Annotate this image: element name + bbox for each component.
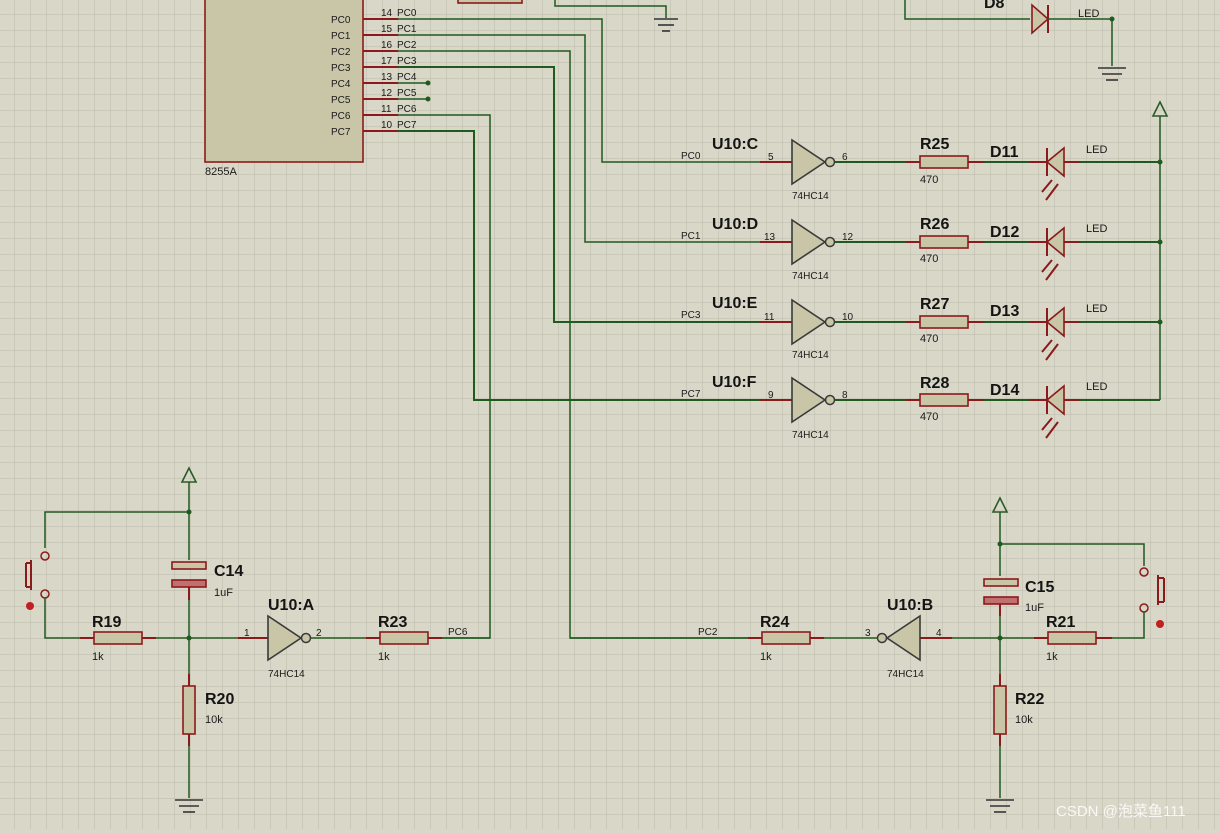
top-diode-label: D8 <box>984 0 1005 12</box>
pin-num-16: 16 <box>381 40 393 51</box>
cap-value: 1uF <box>214 587 233 599</box>
cap-label: C14 <box>214 563 243 580</box>
net-label-pc4: PC4 <box>397 72 417 83</box>
gate-in-pin: 4 <box>936 628 942 639</box>
pin-num-13: 13 <box>381 72 393 83</box>
res-label: R25 <box>920 136 949 153</box>
net-label: PC6 <box>448 627 468 638</box>
net-label: PC3 <box>681 310 701 321</box>
r-out-value: 1k <box>760 651 772 663</box>
pin-label-pc2: PC2 <box>331 47 351 58</box>
diode-label: D13 <box>990 303 1019 320</box>
gate-type: 74HC14 <box>887 669 924 680</box>
res-label: R26 <box>920 216 949 233</box>
top-led-label: LED <box>1078 8 1099 20</box>
pin-label-pc3: PC3 <box>331 63 351 74</box>
watermark: CSDN @泡菜鱼111 <box>1056 802 1186 820</box>
gate-in-pin: 1 <box>244 628 250 639</box>
res-value: 470 <box>920 333 938 345</box>
net-label-pc5: PC5 <box>397 88 417 99</box>
pin-num-15: 15 <box>381 24 393 35</box>
pin-num-17: 17 <box>381 56 393 67</box>
net-label-pc6: PC6 <box>397 104 417 115</box>
net-label-pc0: PC0 <box>397 8 417 19</box>
pin-label-pc4: PC4 <box>331 79 351 90</box>
gate-type: 74HC14 <box>792 271 829 282</box>
pin-num-10: 10 <box>381 120 393 131</box>
net-label: PC2 <box>698 627 718 638</box>
pin-label-pc7: PC7 <box>331 127 351 138</box>
cap-label: C15 <box>1025 579 1054 596</box>
pin-label-pc5: PC5 <box>331 95 351 106</box>
gate-type: 74HC14 <box>792 350 829 361</box>
gate-label: U10:B <box>887 597 933 614</box>
net-label: PC1 <box>681 231 701 242</box>
diode-label: D14 <box>990 382 1019 399</box>
gate-label: U10:A <box>268 597 315 614</box>
schematic: 8255A PC0 PC1 PC2 PC3 PC4 PC5 PC6 PC7 14… <box>0 0 1220 829</box>
led-label: LED <box>1086 381 1107 393</box>
net-label-pc2: PC2 <box>397 40 417 51</box>
r-pull-value: 10k <box>205 714 223 726</box>
gate-type: 74HC14 <box>792 430 829 441</box>
r-in-label: R19 <box>92 614 121 631</box>
led-label: LED <box>1086 144 1107 156</box>
pin-num-14: 14 <box>381 8 393 19</box>
r-in-label: R21 <box>1046 614 1075 631</box>
pin-label-pc6: PC6 <box>331 111 351 122</box>
led-label: LED <box>1086 223 1107 235</box>
pin-label-pc0: PC0 <box>331 15 351 26</box>
r-out-label: R23 <box>378 614 407 631</box>
schematic-canvas[interactable]: 8255A PC0 PC1 PC2 PC3 PC4 PC5 PC6 PC7 14… <box>0 0 1220 829</box>
res-label: R27 <box>920 296 949 313</box>
res-value: 470 <box>920 411 938 423</box>
r-pull-value: 10k <box>1015 714 1033 726</box>
diode-label: D11 <box>990 144 1019 161</box>
net-label: PC7 <box>681 389 701 400</box>
r-in-value: 1k <box>92 651 104 663</box>
cap-value: 1uF <box>1025 602 1044 614</box>
gate-label: U10:F <box>712 374 757 391</box>
net-label-pc1: PC1 <box>397 24 417 35</box>
net-label-pc7: PC7 <box>397 120 417 131</box>
res-value: 470 <box>920 174 938 186</box>
gate-type: 74HC14 <box>268 669 305 680</box>
gate-label: U10:C <box>712 136 759 153</box>
pin-num-11: 11 <box>381 104 392 115</box>
pin-label-pc1: PC1 <box>331 31 351 42</box>
res-value: 470 <box>920 253 938 265</box>
res-label: R28 <box>920 375 949 392</box>
ic-name: 8255A <box>205 166 237 178</box>
gate-label: U10:D <box>712 216 758 233</box>
led-label: LED <box>1086 303 1107 315</box>
gate-type: 74HC14 <box>792 191 829 202</box>
pin-num-12: 12 <box>381 88 393 99</box>
r-in-value: 1k <box>1046 651 1058 663</box>
r-out-label: R24 <box>760 614 789 631</box>
gate-label: U10:E <box>712 295 758 312</box>
net-label-pc3: PC3 <box>397 56 417 67</box>
r-out-value: 1k <box>378 651 390 663</box>
diode-label: D12 <box>990 224 1019 241</box>
net-label: PC0 <box>681 151 701 162</box>
r-pull-label: R20 <box>205 691 234 708</box>
r-pull-label: R22 <box>1015 691 1044 708</box>
